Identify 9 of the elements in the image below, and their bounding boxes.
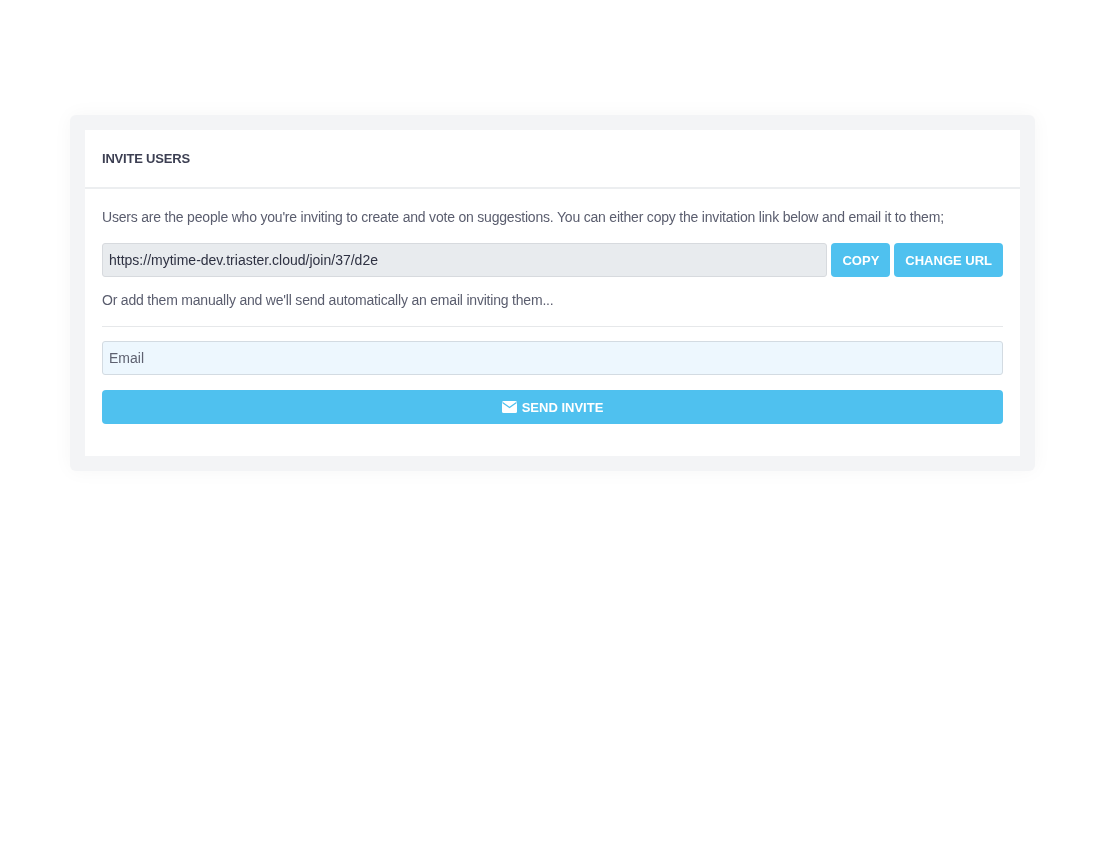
envelope-icon: [501, 401, 517, 413]
intro-text: Users are the people who you're inviting to create and vote on suggestions. You can either copy the invitation link below and email it to them;: [102, 208, 945, 227]
email-field[interactable]: Email: [102, 341, 1003, 375]
card-title: INVITE USERS: [102, 151, 190, 166]
send-invite-button[interactable]: SEND INVITE: [102, 390, 1003, 424]
change-url-button[interactable]: CHANGE URL: [894, 243, 1003, 277]
manual-note: Or add them manually and we'll send automatically an email inviting them...: [102, 291, 555, 310]
copy-button[interactable]: COPY: [831, 243, 891, 277]
invite-link-field[interactable]: https://mytime-dev.triaster.cloud/join/37/d2e: [102, 243, 828, 277]
